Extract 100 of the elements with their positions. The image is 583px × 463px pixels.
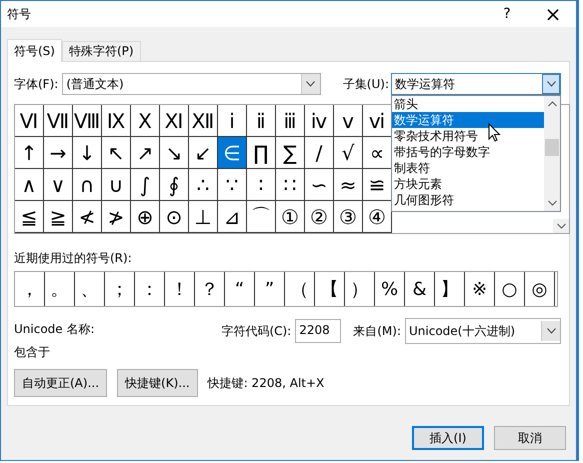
symbol-cell[interactable]: ∪ [102,169,131,201]
recent-symbol-cell[interactable]: ： [135,272,165,306]
recent-symbol-cell[interactable]: ， [15,272,45,306]
scrollbar[interactable] [544,96,560,211]
scroll-up-icon[interactable] [548,101,556,107]
symbol-cell[interactable]: ③ [334,201,363,233]
symbol-cell[interactable]: ∏ [247,137,276,169]
symbol-cell[interactable]: ∨ [44,169,73,201]
symbol-cell[interactable]: ↗ [131,137,160,169]
recent-symbol-cell[interactable]: ？ [195,272,225,306]
subset-dropdown[interactable]: 数学运算符 [391,73,561,95]
shortcut-text: 快捷键: 2208, Alt+X [208,374,324,392]
recent-symbol-cell[interactable]: ※ [465,272,495,306]
font-label: 字体(F): [14,76,58,92]
symbol-cell[interactable]: ≧ [44,201,73,233]
symbol-cell[interactable]: ⅲ [276,105,305,137]
symbol-cell[interactable]: ⅱ [247,105,276,137]
symbol-cell[interactable]: ↑ [15,137,44,169]
recent-symbol-cell[interactable]: ； [105,272,135,306]
symbol-cell[interactable]: ⊕ [131,201,160,233]
symbol-cell[interactable]: ⅳ [305,105,334,137]
symbol-cell[interactable]: ∽ [305,169,334,201]
symbol-cell[interactable]: ≦ [15,201,44,233]
from-dropdown[interactable]: Unicode(十六进制) [405,318,561,344]
subset-option[interactable]: 几何图形符 [392,192,544,208]
subset-option[interactable]: 数学运算符 [392,112,544,128]
recent-symbol-cell[interactable]: 】 [435,272,465,306]
scroll-thumb[interactable] [545,139,559,156]
dialog-button[interactable]: 插入(I) [412,426,484,450]
recent-symbol-cell[interactable]: ） [345,272,375,306]
dialog-button[interactable]: 取消 [494,426,566,450]
font-dropdown[interactable]: (普通文本) [62,73,321,95]
symbol-cell[interactable]: Ⅺ [160,105,189,137]
symbol-cell[interactable]: ∵ [218,169,247,201]
symbol-cell[interactable]: ∶ [247,169,276,201]
scrollbar[interactable] [553,219,569,233]
recent-symbol-cell[interactable]: 、 [75,272,105,306]
symbol-cell[interactable]: ∫ [131,169,160,201]
tab[interactable]: 符号(S) [7,39,62,62]
recent-label: 近期使用过的符号(R): [14,250,133,267]
subset-option[interactable]: 零杂技术用符号 [392,128,544,144]
help-button[interactable]: ? [484,1,530,27]
recent-symbol-cell[interactable]: （ [285,272,315,306]
symbol-cell[interactable]: ⊥ [189,201,218,233]
symbol-cell[interactable]: ∕ [305,137,334,169]
symbol-cell[interactable]: ↓ [73,137,102,169]
symbol-cell[interactable]: ④ [363,201,392,233]
symbol-cell[interactable]: ① [276,201,305,233]
symbol-cell[interactable]: √ [334,137,363,169]
symbol-cell[interactable]: ≈ [334,169,363,201]
window-title: 符号 [7,6,32,22]
mouse-cursor-icon [488,123,502,143]
recent-symbol-cell[interactable]: % [375,272,405,306]
symbol-cell[interactable]: ∝ [363,137,392,169]
subset-label: 子集(U): [342,76,389,92]
subset-option[interactable]: 带括号的字母数字 [392,144,544,160]
symbol-cell[interactable]: ∈ [218,137,247,169]
close-button[interactable]: × [530,1,576,27]
tab[interactable]: 特殊字符(P) [62,41,141,61]
recent-symbol-cell[interactable]: ” [255,272,285,306]
recent-symbol-cell[interactable]: ！ [165,272,195,306]
symbol-cell[interactable]: Ⅵ [15,105,44,137]
subset-option[interactable]: 制表符 [392,160,544,176]
symbol-cell[interactable]: ∷ [276,169,305,201]
symbol-cell[interactable]: ⊙ [160,201,189,233]
char-code-label: 字符代码(C): [221,322,292,340]
recent-symbol-cell[interactable]: “ [225,272,255,306]
symbol-cell[interactable]: ⊿ [218,201,247,233]
symbol-cell[interactable]: ↖ [102,137,131,169]
scroll-down-icon[interactable] [548,200,556,206]
symbol-cell[interactable]: ∧ [15,169,44,201]
symbol-cell[interactable]: ≯ [102,201,131,233]
symbol-cell[interactable]: ≌ [363,169,392,201]
symbol-cell[interactable]: ⅵ [363,105,392,137]
symbol-cell[interactable]: Ⅻ [189,105,218,137]
symbol-cell[interactable]: ⅴ [334,105,363,137]
symbol-cell[interactable]: Ⅷ [73,105,102,137]
symbol-cell[interactable]: → [44,137,73,169]
dialog-button[interactable]: 快捷键(K)... [117,369,198,397]
char-code-field[interactable]: 2208 [295,319,342,343]
recent-symbol-cell[interactable]: ◎ [525,272,555,306]
symbol-cell[interactable]: ↘ [160,137,189,169]
symbol-cell[interactable]: ≮ [73,201,102,233]
subset-option[interactable]: 箭头 [392,96,544,112]
scroll-down-icon[interactable] [556,223,566,229]
dialog-button[interactable]: 自动更正(A)... [14,369,108,397]
symbol-cell[interactable]: ⌒ [247,201,276,233]
symbol-cell[interactable]: ∴ [189,169,218,201]
recent-symbol-cell[interactable]: 。 [45,272,75,306]
symbol-cell[interactable]: Ⅸ [102,105,131,137]
recent-symbol-cell[interactable]: & [405,272,435,306]
symbol-cell[interactable]: ∮ [160,169,189,201]
subset-option[interactable]: 方块元素 [392,176,544,192]
symbol-cell[interactable]: ∩ [73,169,102,201]
recent-symbol-cell[interactable]: ○ [495,272,525,306]
recent-symbol-cell[interactable]: 【 [315,272,345,306]
symbol-cell[interactable]: ∑ [276,137,305,169]
symbol-cell[interactable]: Ⅶ [44,105,73,137]
symbol-cell[interactable]: ② [305,201,334,233]
symbol-cell[interactable]: Ⅹ [131,105,160,137]
